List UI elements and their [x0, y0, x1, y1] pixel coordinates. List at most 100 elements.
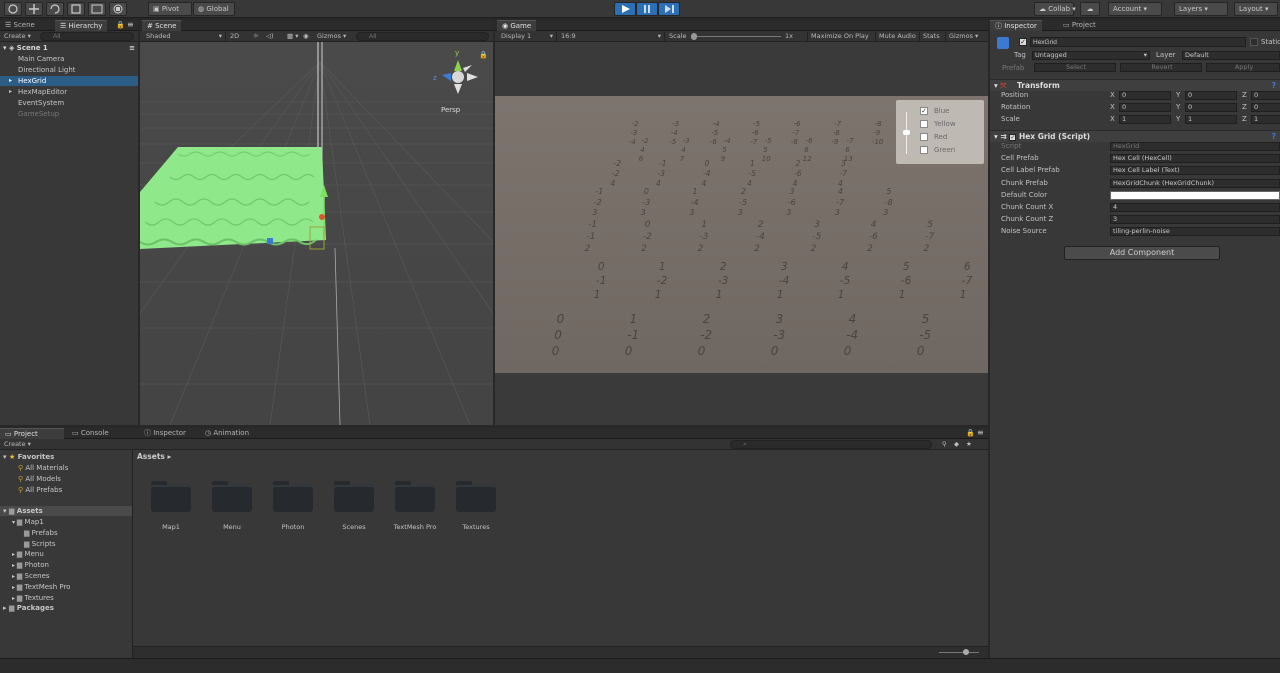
scene-menu-icon[interactable]: ≡ — [129, 43, 135, 53]
script-enabled-checkbox[interactable]: ✓ — [1009, 133, 1017, 141]
color-option-checkbox[interactable]: ✓ — [920, 107, 928, 115]
pivot-toggle[interactable]: ▣ Pivot — [148, 2, 192, 16]
script-field-chunk-prefab[interactable]: HexGridChunk (HexGridChunk) — [1110, 178, 1280, 188]
add-component-button[interactable]: Add Component — [1064, 246, 1220, 260]
shading-dropdown[interactable]: Shaded ▾ — [146, 32, 226, 41]
lock-icon[interactable]: 🔒 — [116, 21, 125, 29]
scene-search-input[interactable] — [356, 32, 489, 41]
hierarchy-item-directional-light[interactable]: Directional Light — [0, 65, 138, 75]
expand-arrow-icon[interactable]: ▸ — [9, 76, 12, 86]
layers-dropdown[interactable]: Layers ▾ — [1174, 2, 1228, 16]
color-option-checkbox[interactable] — [920, 146, 928, 154]
tab-project[interactable]: ▭ Project — [0, 428, 64, 439]
tree-folder-textmesh-pro[interactable]: ▸ ▆ TextMesh Pro — [0, 582, 132, 592]
static-checkbox[interactable] — [1250, 38, 1258, 46]
color-option-blue[interactable]: ✓ Blue — [920, 107, 950, 115]
tab-console[interactable]: ▭ Console — [67, 428, 114, 439]
position-y-field[interactable]: 0 — [1185, 91, 1237, 100]
scale-x-field[interactable]: 1 — [1119, 115, 1171, 124]
hierarchy-search-input[interactable] — [40, 32, 134, 41]
favorites-star-icon[interactable]: ★ — [966, 440, 972, 449]
project-create-button[interactable]: Create ▾ — [4, 440, 31, 449]
fav-all-models[interactable]: ⚲ All Models — [0, 474, 132, 484]
script-help-icon[interactable]: ? — [1272, 131, 1276, 142]
menu-icon[interactable]: ≡ — [127, 20, 134, 29]
icon-size-slider[interactable] — [939, 652, 979, 653]
prefab-revert-button[interactable]: Revert — [1120, 63, 1202, 72]
transform-tool-icon[interactable] — [109, 2, 127, 16]
active-checkbox[interactable]: ✓ — [1019, 38, 1027, 46]
asset-folder-scenes[interactable]: Scenes — [334, 481, 374, 532]
move-tool-icon[interactable] — [25, 2, 43, 16]
tab-inspector[interactable]: ⓘ Inspector — [990, 20, 1042, 31]
play-button[interactable] — [614, 2, 636, 16]
rotate-tool-icon[interactable] — [46, 2, 64, 16]
tag-dropdown[interactable]: Untagged ▾ — [1032, 51, 1150, 60]
hierarchy-item-gamesetup[interactable]: GameSetup — [0, 109, 138, 119]
scene-lock-icon[interactable]: 🔒 — [479, 51, 488, 59]
hierarchy-item-main-camera[interactable]: Main Camera — [0, 54, 138, 64]
tree-folder-menu[interactable]: ▸ ▆ Menu — [0, 549, 132, 559]
script-field-cell-label-prefab[interactable]: Hex Cell Label (Text) — [1110, 166, 1280, 176]
collab-dropdown[interactable]: ☁ Collab ▾ — [1034, 2, 1076, 16]
asset-folder-photon[interactable]: Photon — [273, 481, 313, 532]
global-toggle[interactable]: ◍ Global — [193, 2, 235, 16]
maximize-on-play-toggle[interactable]: Maximize On Play — [807, 32, 869, 41]
transform-help-icon[interactable]: ? — [1272, 80, 1276, 91]
lighting-icon[interactable]: ☼ — [253, 32, 259, 41]
asset-folder-textmesh-pro[interactable]: TextMesh Pro — [394, 481, 436, 532]
fav-all-materials[interactable]: ⚲ All Materials — [0, 463, 132, 473]
tree-folder-textures[interactable]: ▸ ▆ Textures — [0, 593, 132, 603]
fav-all-prefabs[interactable]: ⚲ All Prefabs — [0, 485, 132, 495]
icon-size-handle[interactable] — [963, 649, 969, 655]
asset-folder-menu[interactable]: Menu — [212, 481, 252, 532]
game-render[interactable]: -2 -3 -4 -3 -4 -5 -4 -5 -6 -5 -6 -7 -6 -7 -8 -7 -8 -9 -8 -9… — [495, 96, 988, 373]
tab-game[interactable]: ◉ Game — [497, 20, 537, 31]
tab-project-right[interactable]: ▭ Project — [1058, 20, 1101, 31]
hierarchy-item-eventsystem[interactable]: EventSystem — [0, 98, 138, 108]
color-option-green[interactable]: Green — [920, 146, 955, 154]
script-field-default-color[interactable] — [1110, 190, 1280, 200]
game-gizmos-dropdown[interactable]: Gizmos ▾ — [945, 32, 978, 41]
rotation-y-field[interactable]: 0 — [1185, 103, 1237, 112]
mute-audio-toggle[interactable]: Mute Audio — [875, 32, 916, 41]
script-field-cell-prefab[interactable]: Hex Cell (HexCell) — [1110, 154, 1280, 164]
project-search-input[interactable]: ⌕ — [730, 440, 932, 449]
script-field-noise-source[interactable]: tiling-perlin-noise — [1110, 227, 1280, 237]
tab-scene[interactable]: # Scene — [142, 20, 182, 31]
project-lock-icon[interactable]: 🔒 — [966, 429, 975, 437]
tab-hierarchy[interactable]: ☰ Hierarchy — [55, 20, 108, 31]
account-dropdown[interactable]: Account ▾ — [1108, 2, 1162, 16]
asset-folder-textures[interactable]: Textures — [456, 481, 496, 532]
tab-scene-left[interactable]: ☰ Scene — [0, 20, 40, 31]
mode-2d-toggle[interactable]: 2D — [230, 32, 239, 41]
persp-label[interactable]: Persp — [441, 106, 460, 114]
tree-folder-map1[interactable]: ▾ ▆ Map1 — [0, 517, 132, 527]
position-z-field[interactable]: 0 — [1251, 91, 1280, 100]
prefab-select-button[interactable]: Select — [1034, 63, 1116, 72]
brush-size-handle[interactable] — [903, 130, 910, 135]
color-option-checkbox[interactable] — [920, 120, 928, 128]
step-button[interactable] — [658, 2, 680, 16]
scale-y-field[interactable]: 1 — [1185, 115, 1237, 124]
scale-tool-icon[interactable] — [67, 2, 85, 16]
display-dropdown[interactable]: Display 1 ▾ — [501, 32, 557, 41]
aspect-dropdown[interactable]: 16:9 ▾ — [561, 32, 665, 41]
hexgrid-script-header[interactable]: ▾ ⇉ ✓ Hex Grid (Script)? — [990, 130, 1280, 142]
scene-root[interactable]: ▾ ◈ Scene 1 ≡ — [0, 43, 138, 53]
hierarchy-create-button[interactable]: Create ▾ — [4, 32, 31, 41]
tab-animation[interactable]: ◷ Animation — [200, 428, 254, 439]
position-x-field[interactable]: 0 — [1119, 91, 1171, 100]
cloud-icon[interactable]: ☁ — [1080, 2, 1100, 16]
hand-tool-icon[interactable] — [4, 2, 22, 16]
effects-icon[interactable]: ▩ ▾ — [287, 32, 298, 41]
color-option-yellow[interactable]: Yellow — [920, 120, 956, 128]
script-field-chunk-count-z[interactable]: 3 — [1110, 215, 1280, 225]
rotation-x-field[interactable]: 0 — [1119, 103, 1171, 112]
tab-inspector-bottom[interactable]: ⓘ Inspector — [139, 428, 191, 439]
layout-dropdown[interactable]: Layout ▾ — [1234, 2, 1278, 16]
prefab-apply-button[interactable]: Apply — [1206, 63, 1280, 72]
rotation-z-field[interactable]: 0 — [1251, 103, 1280, 112]
hierarchy-item-hexgrid[interactable]: ▸ HexGrid — [0, 76, 138, 86]
color-option-checkbox[interactable] — [920, 133, 928, 141]
